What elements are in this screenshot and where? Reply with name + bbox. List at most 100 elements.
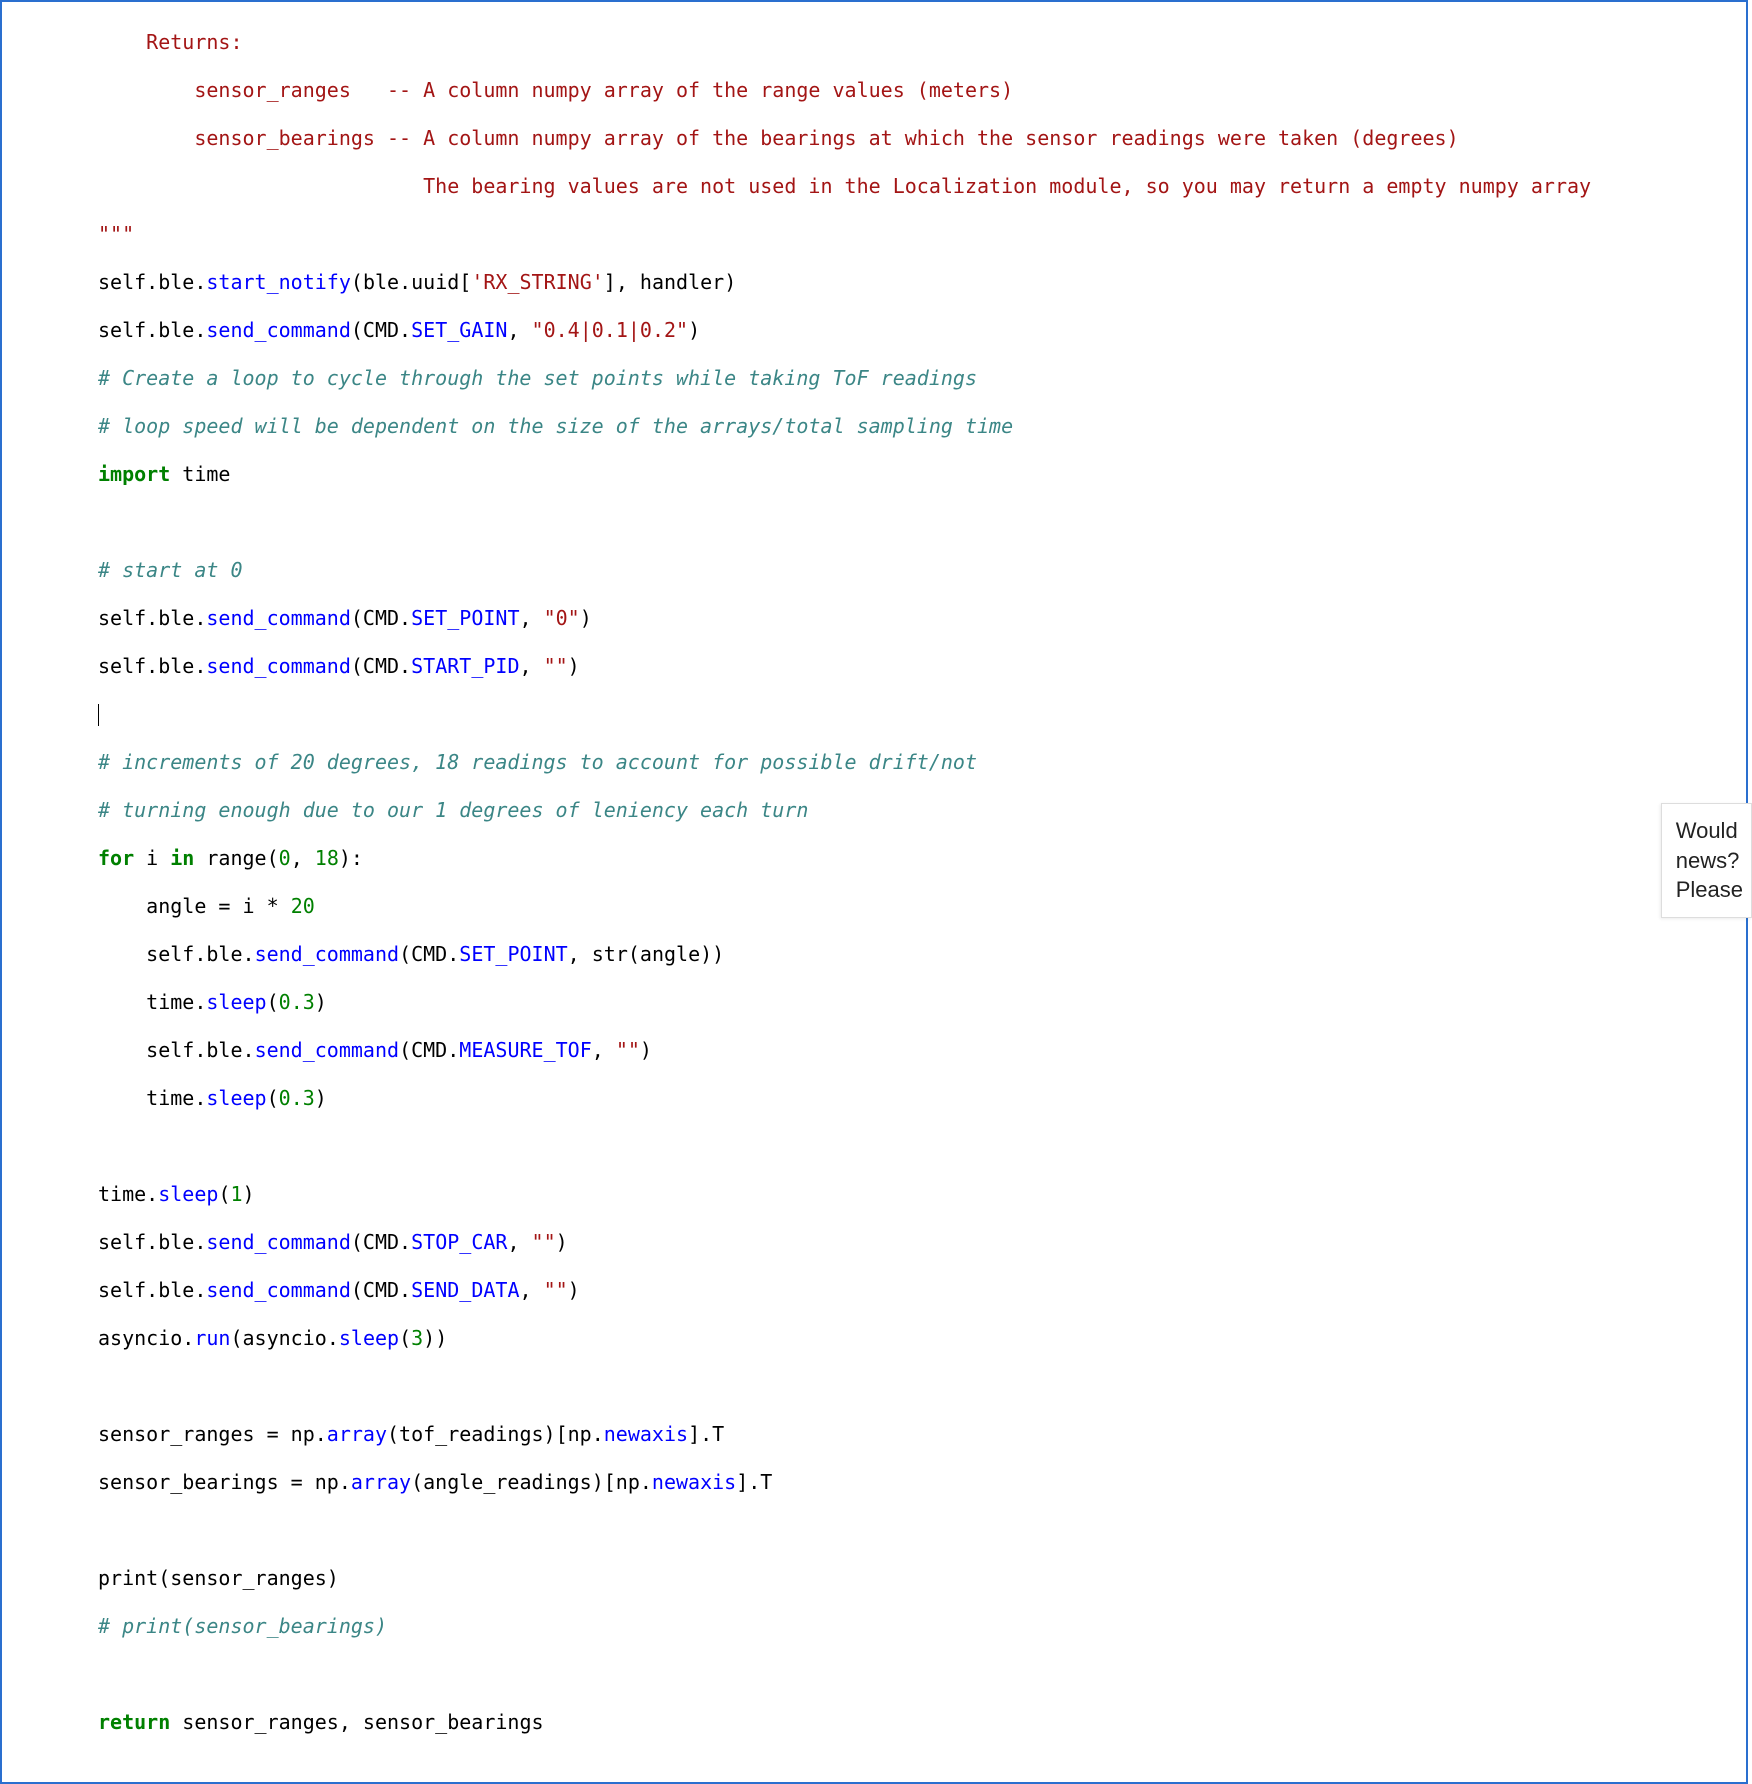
number: 1 (230, 1182, 242, 1206)
popup-line: news? (1676, 846, 1743, 876)
code-token: send_command (255, 942, 400, 966)
comment: # turning enough due to our 1 degrees of… (98, 798, 808, 822)
code-token: sleep (158, 1182, 218, 1206)
code-token: sensor_bearings (98, 1470, 291, 1494)
number: 3 (411, 1326, 423, 1350)
code-token: send_command (206, 654, 351, 678)
code-token: "" (616, 1038, 640, 1062)
code-token: i (230, 894, 266, 918)
code-token: send_command (206, 606, 351, 630)
code-token: self (146, 942, 194, 966)
code-token: np (279, 1422, 315, 1446)
code-token: time (170, 462, 230, 486)
code-token: range( (194, 846, 278, 870)
docstring-line: Returns: (98, 30, 243, 54)
code-token: send_command (206, 1230, 351, 1254)
code-token: angle (98, 894, 218, 918)
popup-line: Would (1676, 816, 1743, 846)
code-token: ble (158, 606, 194, 630)
code-text[interactable]: Returns: sensor_ranges -- A column numpy… (2, 2, 1746, 1782)
code-token: (sensor_ranges) (158, 1566, 339, 1590)
docstring-line: sensor_bearings -- A column numpy array … (98, 126, 1459, 150)
code-token: asyncio (98, 1326, 182, 1350)
code-token: , (291, 846, 315, 870)
code-token: , handler) (616, 270, 736, 294)
code-token: asyncio (243, 1326, 327, 1350)
code-token: print (98, 1566, 158, 1590)
code-token: start_notify (206, 270, 351, 294)
keyword: in (170, 846, 194, 870)
code-token: * (267, 894, 279, 918)
code-token: self (98, 654, 146, 678)
code-token: ble (158, 1278, 194, 1302)
code-token: = (218, 894, 230, 918)
code-token: SEND_DATA (411, 1278, 519, 1302)
code-token: newaxis (652, 1470, 736, 1494)
code-token: "0.4|0.1|0.2" (532, 318, 689, 342)
number: 0.3 (279, 990, 315, 1014)
code-token: newaxis (604, 1422, 688, 1446)
code-token: sensor_ranges, sensor_bearings (170, 1710, 543, 1734)
comment: # increments of 20 degrees, 18 readings … (98, 750, 977, 774)
keyword: import (98, 462, 170, 486)
code-cell[interactable]: Returns: sensor_ranges -- A column numpy… (0, 0, 1748, 1784)
code-token: array (351, 1470, 411, 1494)
code-token: self (98, 606, 146, 630)
keyword: for (98, 846, 134, 870)
code-token: array (327, 1422, 387, 1446)
code-token: sleep (206, 990, 266, 1014)
code-token: np (303, 1470, 339, 1494)
code-token: ble (158, 270, 194, 294)
code-token: self (98, 270, 146, 294)
comment: # loop speed will be dependent on the si… (98, 414, 1013, 438)
code-token: uuid (411, 270, 459, 294)
code-token: ble (158, 1230, 194, 1254)
comment: # Create a loop to cycle through the set… (98, 366, 977, 390)
code-token (98, 1038, 146, 1062)
comment: # print(sensor_bearings) (98, 1614, 387, 1638)
code-token (279, 894, 291, 918)
code-token: (angle_readings) (411, 1470, 604, 1494)
keyword: return (98, 1710, 170, 1734)
docstring-end: """ (98, 222, 134, 246)
code-token: ble (158, 654, 194, 678)
code-token: START_PID (411, 654, 519, 678)
code-token (98, 942, 146, 966)
code-token: "0" (544, 606, 580, 630)
code-token: self (98, 1278, 146, 1302)
code-token: MEASURE_TOF (459, 1038, 591, 1062)
code-token: 'RX_STRING' (471, 270, 603, 294)
code-token: (angle)) (628, 942, 724, 966)
code-token: = (291, 1470, 303, 1494)
code-token: run (194, 1326, 230, 1350)
comment: # start at 0 (98, 558, 243, 582)
code-token: SET_POINT (411, 606, 519, 630)
text-cursor (98, 704, 99, 726)
code-token: str (592, 942, 628, 966)
number: 20 (291, 894, 315, 918)
number: 18 (315, 846, 339, 870)
code-token: SET_POINT (459, 942, 567, 966)
code-token: = (267, 1422, 279, 1446)
docstring-line: The bearing values are not used in the L… (98, 174, 1591, 198)
notification-popup[interactable]: Would news? Please (1661, 803, 1752, 918)
code-token: ble (206, 1038, 242, 1062)
popup-line: Please (1676, 875, 1743, 905)
code-token: "" (544, 1278, 568, 1302)
code-token: .T (748, 1470, 772, 1494)
code-token: send_command (206, 318, 351, 342)
code-token: self (98, 318, 146, 342)
code-token: SET_GAIN (411, 318, 507, 342)
code-token: self (98, 1230, 146, 1254)
code-token: sleep (206, 1086, 266, 1110)
code-token (98, 990, 146, 1014)
code-token: ble (206, 942, 242, 966)
code-token: "" (544, 654, 568, 678)
code-token (98, 1086, 146, 1110)
number: 0 (279, 846, 291, 870)
number: 0.3 (279, 1086, 315, 1110)
code-token: .T (700, 1422, 724, 1446)
code-token: self (146, 1038, 194, 1062)
code-token: STOP_CAR (411, 1230, 507, 1254)
code-token: send_command (206, 1278, 351, 1302)
